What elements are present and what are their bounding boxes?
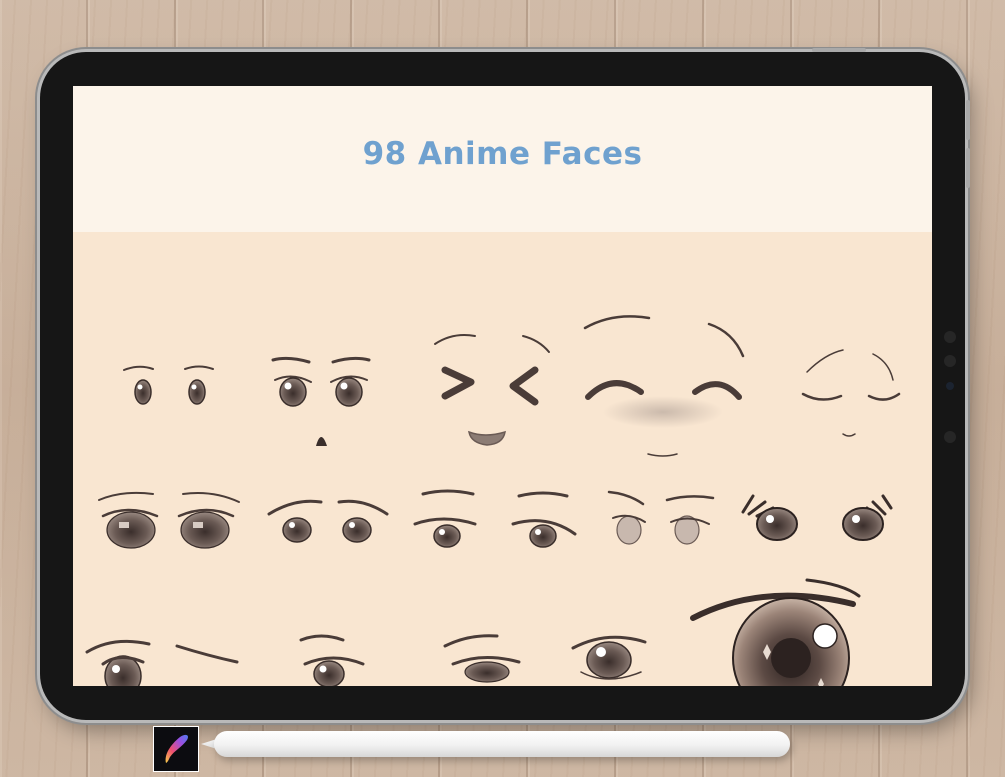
- face-worried: [267, 499, 389, 543]
- tablet-volume-button: [966, 100, 970, 140]
- face-happy-closed-eyes: [583, 315, 745, 457]
- face-squint: [434, 334, 550, 446]
- procreate-app-icon: [153, 726, 199, 772]
- face-glassy-eyes: [98, 491, 240, 549]
- face-detailed-eye: [690, 578, 861, 686]
- page-title: 98 Anime Faces: [362, 136, 643, 172]
- face-simple-eyes: [123, 365, 214, 405]
- camera-sensor: [944, 431, 956, 443]
- camera-sensor: [944, 331, 956, 343]
- face-sleepy: [801, 349, 901, 437]
- apple-pencil-stylus: [214, 731, 790, 757]
- face-half-closed: [443, 634, 521, 683]
- camera-lens: [946, 382, 954, 390]
- face-surprised: [271, 356, 371, 446]
- face-calm: [413, 489, 577, 548]
- face-winking: [85, 639, 239, 686]
- face-pale-eyes: [607, 490, 715, 545]
- tablet-top-button: [812, 48, 866, 52]
- face-sparkle-eyes: [741, 494, 893, 541]
- camera-sensor: [944, 355, 956, 367]
- face-bright-eyes: [571, 635, 647, 680]
- anime-eyes-illustration: [85, 315, 901, 686]
- procreate-brush-icon: [165, 734, 189, 763]
- tablet-volume-button: [966, 148, 970, 188]
- tablet-screen: 98 Anime Faces: [73, 86, 932, 686]
- face-side-glance: [299, 634, 365, 686]
